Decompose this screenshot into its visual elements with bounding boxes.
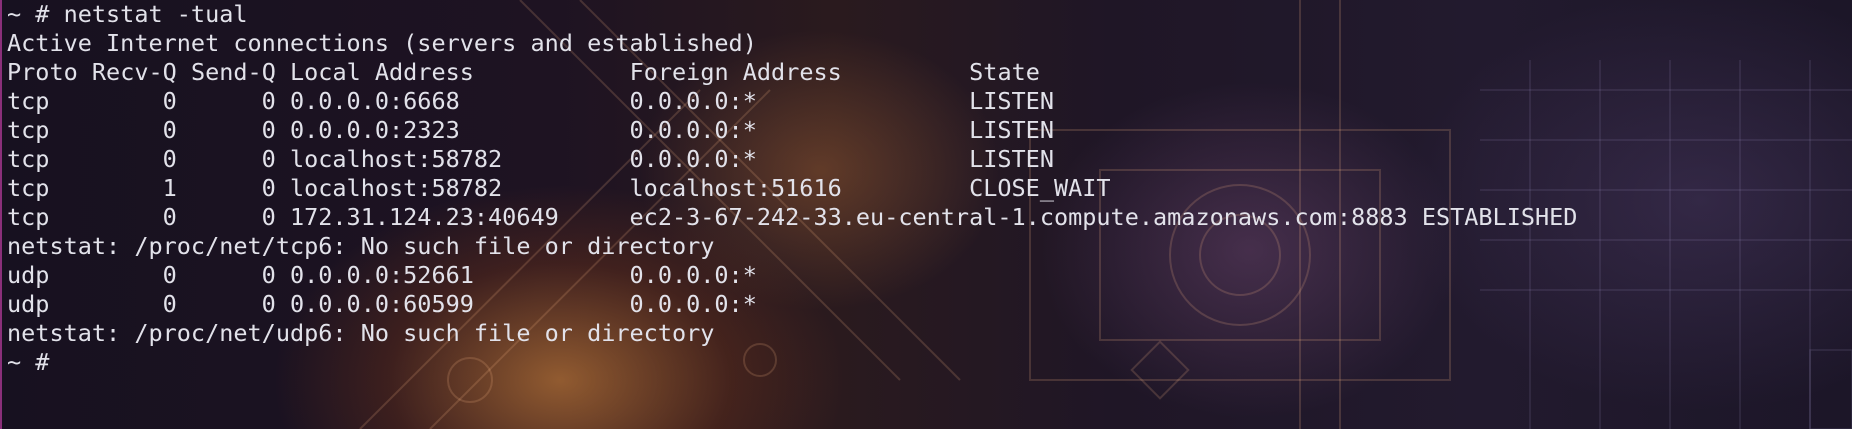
column-header-row: Proto Recv-Q Send-Q Local Address Foreig…	[7, 58, 1577, 87]
final-prompt-line[interactable]: ~ #	[7, 348, 1577, 377]
column-state: State	[969, 58, 1040, 86]
output-header-line: Active Internet connections (servers and…	[7, 29, 757, 57]
error-line: netstat: /proc/net/udp6: No such file or…	[7, 319, 715, 347]
column-proto: Proto	[7, 58, 78, 86]
output-line: tcp 1 0 localhost:58782 localhost:51616 …	[7, 174, 1111, 202]
error-line: netstat: /proc/net/tcp6: No such file or…	[7, 232, 715, 260]
output-line: udp 0 0 0.0.0.0:60599 0.0.0.0:*	[7, 290, 757, 318]
column-recv-q: Recv-Q	[91, 58, 177, 86]
terminal-output[interactable]: ~ # netstat -tual Active Internet connect…	[7, 0, 1577, 377]
prompt-command-line: ~ # netstat -tual	[7, 0, 248, 28]
column-foreign-address: Foreign Address	[629, 58, 842, 86]
output-line: tcp 0 0 172.31.124.23:40649 ec2-3-67-242…	[7, 203, 1578, 231]
output-line: tcp 0 0 localhost:58782 0.0.0.0:* LISTEN	[7, 145, 1054, 173]
terminal-window[interactable]: ~ # netstat -tual Active Internet connect…	[0, 0, 1852, 429]
output-line: tcp 0 0 0.0.0.0:6668 0.0.0.0:* LISTEN	[7, 87, 1054, 115]
column-local-address: Local Address	[290, 58, 474, 86]
output-line: udp 0 0 0.0.0.0:52661 0.0.0.0:*	[7, 261, 757, 289]
window-left-border	[0, 0, 2, 429]
output-line: tcp 0 0 0.0.0.0:2323 0.0.0.0:* LISTEN	[7, 116, 1054, 144]
column-send-q: Send-Q	[190, 58, 276, 86]
